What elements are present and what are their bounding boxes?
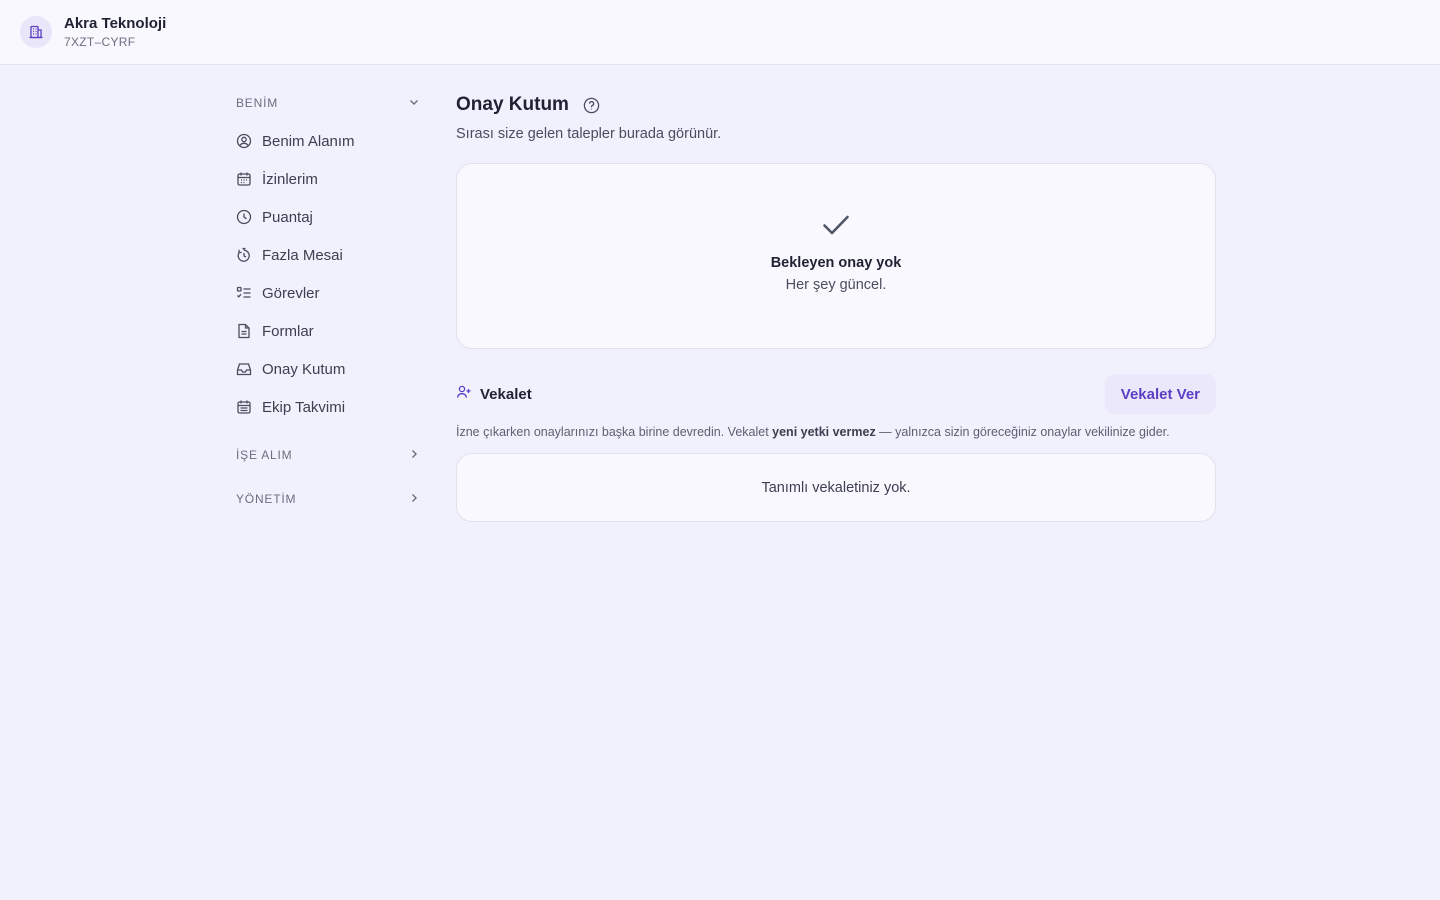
timer-icon [236, 247, 252, 263]
sidebar-item-label: Ekip Takvimi [262, 398, 346, 416]
sidebar-item-label: Görevler [262, 284, 320, 302]
inbox-icon [236, 361, 252, 377]
page-title: Onay Kutum [456, 94, 569, 115]
proxy-description: İzne çıkarken onaylarınızı başka birine … [456, 425, 1216, 439]
proxy-title: Vekalet [480, 385, 532, 403]
main-content: Onay Kutum Sırası size gelen talepler bu… [456, 92, 1216, 522]
empty-state-title: Bekleyen onay yok [770, 255, 902, 271]
org-info[interactable]: Akra Teknoloji 7XZT–CYRF [64, 15, 166, 50]
sidebar-item-label: İzinlerim [262, 170, 318, 188]
sidebar-item-label: Puantaj [262, 208, 313, 226]
chevron-right-icon [408, 492, 420, 507]
sidebar-item-label: Benim Alanım [262, 132, 355, 150]
proxy-desc-part: — yalnızca sizin göreceğiniz onaylar vek… [875, 425, 1170, 439]
sidebar-item-izinlerim[interactable]: İzinlerim [236, 160, 420, 198]
proxy-title-group: Vekalet [456, 384, 532, 405]
org-name: Akra Teknoloji [64, 14, 167, 32]
sidebar: BENİM Benim Alanım İzinlerim Puantaj Faz… [236, 84, 420, 518]
document-icon [236, 323, 252, 339]
proxy-desc-emphasis: yeni yetki vermez [772, 425, 876, 439]
sidebar-item-benim-alanim[interactable]: Benim Alanım [236, 122, 420, 160]
proxy-header: Vekalet Vekalet Ver [456, 374, 1216, 414]
chevron-right-icon [408, 448, 420, 463]
sidebar-item-formlar[interactable]: Formlar [236, 312, 420, 350]
grant-proxy-button[interactable]: Vekalet Ver [1104, 374, 1216, 414]
calendar-icon [236, 171, 252, 187]
checklist-icon [236, 285, 252, 301]
page-subtitle: Sırası size gelen talepler burada görünü… [456, 126, 722, 142]
section-yonetim-toggle[interactable]: YÖNETİM [236, 480, 420, 518]
chevron-down-icon [408, 96, 420, 111]
approvals-empty-card: Bekleyen onay yok Her şey güncel. [456, 163, 1216, 349]
title-row: Onay Kutum [456, 92, 1216, 118]
section-ise-alim-toggle[interactable]: İŞE ALIM [236, 436, 420, 474]
section-label: İŞE ALIM [236, 448, 293, 462]
help-icon[interactable] [583, 96, 601, 114]
sidebar-item-puantaj[interactable]: Puantaj [236, 198, 420, 236]
calendar-grid-icon [236, 399, 252, 415]
org-code: 7XZT–CYRF [64, 34, 136, 49]
user-circle-icon [236, 133, 252, 149]
sidebar-item-fazla-mesai[interactable]: Fazla Mesai [236, 236, 420, 274]
section-benim-toggle[interactable]: BENİM [236, 84, 420, 122]
user-plus-icon [456, 384, 472, 405]
sidebar-item-ekip-takvimi[interactable]: Ekip Takvimi [236, 388, 420, 426]
proxy-desc-part: İzne çıkarken onaylarınızı başka birine … [456, 425, 773, 439]
sidebar-item-label: Fazla Mesai [262, 246, 343, 264]
building-icon[interactable] [20, 16, 52, 48]
clock-icon [236, 209, 252, 225]
proxy-empty-text: Tanımlı vekaletiniz yok. [761, 479, 911, 496]
checkmark-icon [822, 214, 850, 241]
sidebar-item-label: Formlar [262, 322, 314, 340]
section-label: BENİM [236, 96, 279, 110]
sidebar-item-gorevler[interactable]: Görevler [236, 274, 420, 312]
top-bar: Akra Teknoloji 7XZT–CYRF [0, 0, 1440, 65]
section-label: YÖNETİM [236, 492, 297, 506]
empty-state-subtitle: Her şey güncel. [785, 277, 887, 293]
proxy-empty-card: Tanımlı vekaletiniz yok. [456, 453, 1216, 522]
sidebar-item-label: Onay Kutum [262, 360, 346, 378]
sidebar-item-onay-kutum[interactable]: Onay Kutum [236, 350, 420, 388]
